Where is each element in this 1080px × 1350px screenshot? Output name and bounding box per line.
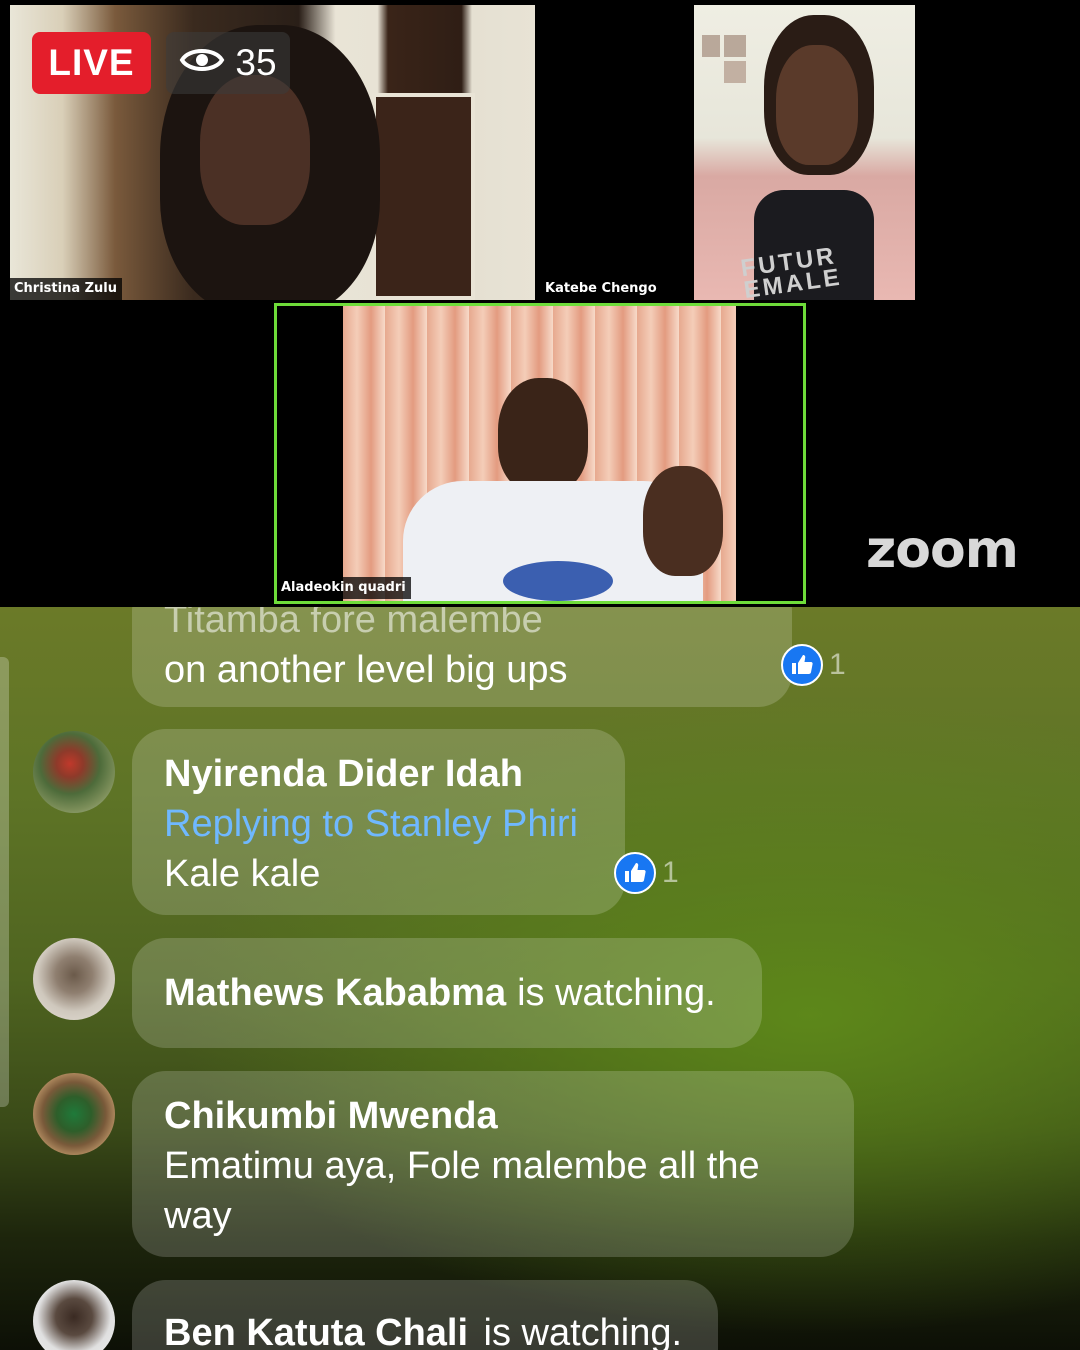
watching-status: is watching. [483,1312,683,1350]
commenter-name[interactable]: Mathews Kababma [164,968,506,1018]
watching-status: is watching. [517,972,716,1014]
door-shape [372,93,475,300]
thumbs-up-icon [781,644,823,686]
like-count: 1 [829,648,846,681]
comment-partial-text: Titamba fore malembe [164,607,543,641]
viewer-count-badge: 35 [166,32,290,94]
face-shape [498,378,588,493]
eye-icon [179,42,225,84]
comment-bubble[interactable]: Nyirenda Dider Idah Replying to Stanley … [132,729,625,915]
comment-bubble[interactable]: Ben Katuta Chali is watching. [132,1280,718,1350]
reply-to-link[interactable]: Replying to Stanley Phiri [164,799,593,849]
comment-bubble[interactable]: Titamba fore malembe on another level bi… [132,607,792,707]
avatar[interactable] [33,1073,115,1155]
face-shape [776,45,858,165]
wall-frame [724,35,746,57]
comment-bubble[interactable]: Mathews Kababma is watching. [132,938,762,1048]
participant-name-label: Christina Zulu [10,278,123,300]
avatar[interactable] [33,938,115,1020]
comment-text: on another level big ups [164,649,568,691]
comment-text: Kale kale [164,853,321,895]
comment-bubble[interactable]: Chikumbi Mwenda Ematimu aya, Fole malemb… [132,1071,854,1257]
zoom-logo: zoom [866,520,1019,580]
like-count: 1 [662,856,679,889]
comment-text-line: way [164,1195,232,1237]
thumbs-up-icon [614,852,656,894]
like-reaction[interactable]: 1 [781,644,846,686]
comment-text-line: Ematimu aya, Fole malembe all the [164,1145,760,1187]
shirt-logo [503,561,613,601]
live-badge: LIVE [32,32,151,94]
participant-video-katebe: FUTUR EMALE [694,5,915,300]
commenter-name[interactable]: Ben Katuta Chali [164,1312,468,1350]
hand-shape [643,466,723,576]
wall-frame [702,35,720,57]
wall-frame [724,61,746,83]
face-shape [200,75,310,225]
commenter-name[interactable]: Chikumbi Mwenda [164,1091,822,1141]
comments-feed[interactable]: Titamba fore malembe on another level bi… [0,607,1080,1350]
like-reaction[interactable]: 1 [614,852,679,894]
scrollbar[interactable] [0,657,9,1107]
video-grid: Christina Zulu FUTUR EMALE Katebe Chengo… [0,0,1080,607]
commenter-name[interactable]: Nyirenda Dider Idah [164,749,593,799]
participant-name-label: Katebe Chengo [541,278,662,300]
viewer-count: 35 [235,42,277,83]
participant-tile-katebe[interactable]: FUTUR EMALE Katebe Chengo [541,5,1068,300]
participant-name-label: Aladeokin quadri [277,577,411,599]
participant-video-aladeokin [343,306,736,601]
avatar[interactable] [33,1280,115,1350]
participant-tile-aladeokin-active[interactable]: Aladeokin quadri [274,303,806,604]
avatar[interactable] [33,731,115,813]
